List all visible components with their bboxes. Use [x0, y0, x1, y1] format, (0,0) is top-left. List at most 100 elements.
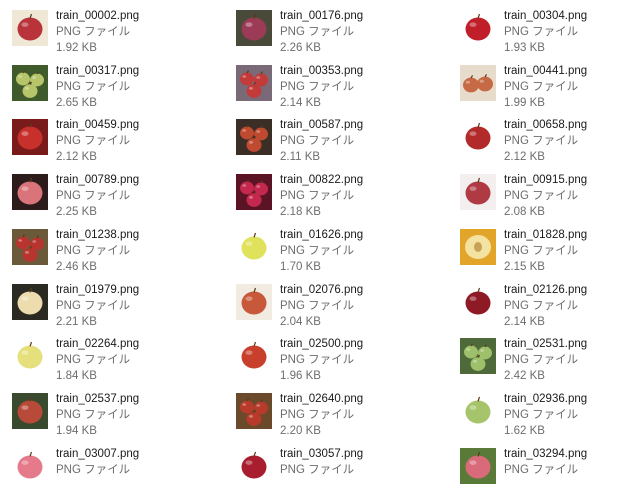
file-name: train_02500.png: [280, 338, 364, 350]
file-thumbnail: [460, 448, 496, 484]
file-thumbnail: [12, 284, 48, 320]
file-size: 2.14 KB: [504, 316, 545, 328]
file-info: train_02264.png PNG ファイル 1.84 KB: [56, 336, 139, 384]
file-size: 2.26 KB: [280, 42, 321, 54]
file-info: train_00176.png PNG ファイル 2.26 KB: [280, 8, 363, 56]
file-name: train_02640.png: [280, 393, 364, 405]
file-item[interactable]: train_00459.png PNG ファイル 2.12 KB: [12, 117, 224, 167]
apple-thumbnail-icon: [12, 393, 48, 429]
file-name: train_02531.png: [504, 338, 588, 350]
apple-thumbnail-icon: [236, 448, 272, 484]
file-size: 1.84 KB: [56, 370, 97, 382]
file-info: train_00353.png PNG ファイル 2.14 KB: [280, 63, 363, 111]
file-item[interactable]: train_00915.png PNG ファイル 2.08 KB: [460, 172, 640, 222]
file-item[interactable]: train_00176.png PNG ファイル 2.26 KB: [236, 8, 448, 58]
file-item[interactable]: train_03294.png PNG ファイル: [460, 446, 640, 485]
apple-thumbnail-icon: [460, 10, 496, 46]
file-name: train_02126.png: [504, 284, 588, 296]
file-type: PNG ファイル: [280, 354, 355, 366]
file-thumbnail: [460, 338, 496, 374]
file-type: PNG ファイル: [504, 81, 579, 93]
apple-thumbnail-icon: [236, 393, 272, 429]
file-item[interactable]: train_00317.png PNG ファイル 2.65 KB: [12, 63, 224, 113]
file-thumbnail: [236, 393, 272, 429]
file-thumbnail: [460, 119, 496, 155]
file-type: PNG ファイル: [280, 409, 355, 421]
file-item[interactable]: train_02126.png PNG ファイル 2.14 KB: [460, 282, 640, 332]
file-info: train_01626.png PNG ファイル 1.70 KB: [280, 227, 363, 275]
file-info: train_03007.png PNG ファイル: [56, 446, 139, 478]
file-size: 1.96 KB: [280, 370, 321, 382]
file-info: train_02500.png PNG ファイル 1.96 KB: [280, 336, 363, 384]
file-thumbnail: [12, 65, 48, 101]
file-name: train_02076.png: [280, 284, 364, 296]
file-item[interactable]: train_00441.png PNG ファイル 1.99 KB: [460, 63, 640, 113]
apple-thumbnail-icon: [236, 338, 272, 374]
file-name: train_00176.png: [280, 10, 364, 22]
file-item[interactable]: train_01979.png PNG ファイル 2.21 KB: [12, 282, 224, 332]
file-item[interactable]: train_00789.png PNG ファイル 2.25 KB: [12, 172, 224, 222]
file-item[interactable]: train_01828.png PNG ファイル 2.15 KB: [460, 227, 640, 277]
file-name: train_00915.png: [504, 174, 588, 186]
file-name: train_01979.png: [56, 284, 140, 296]
file-item[interactable]: train_02264.png PNG ファイル 1.84 KB: [12, 336, 224, 386]
file-name: train_02936.png: [504, 393, 588, 405]
file-type: PNG ファイル: [280, 464, 355, 476]
file-type: PNG ファイル: [280, 81, 355, 93]
file-info: train_00822.png PNG ファイル 2.18 KB: [280, 172, 363, 220]
file-type: PNG ファイル: [504, 409, 579, 421]
file-size: 2.04 KB: [280, 316, 321, 328]
file-type: PNG ファイル: [56, 81, 131, 93]
file-size: 2.20 KB: [280, 425, 321, 437]
file-size: 2.46 KB: [56, 261, 97, 273]
apple-thumbnail-icon: [12, 448, 48, 484]
apple-thumbnail-icon: [460, 338, 496, 374]
file-item[interactable]: train_01626.png PNG ファイル 1.70 KB: [236, 227, 448, 277]
file-item[interactable]: train_00304.png PNG ファイル 1.93 KB: [460, 8, 640, 58]
file-name: train_00459.png: [56, 119, 140, 131]
file-item[interactable]: train_03057.png PNG ファイル: [236, 446, 448, 485]
file-name: train_00304.png: [504, 10, 588, 22]
file-thumbnail: [460, 174, 496, 210]
apple-thumbnail-icon: [12, 284, 48, 320]
file-type: PNG ファイル: [56, 300, 131, 312]
file-type: PNG ファイル: [56, 245, 131, 257]
file-size: 2.65 KB: [56, 97, 97, 109]
file-size: 2.25 KB: [56, 206, 97, 218]
file-name: train_02537.png: [56, 393, 140, 405]
file-size: 1.99 KB: [504, 97, 545, 109]
file-item[interactable]: train_02640.png PNG ファイル 2.20 KB: [236, 391, 448, 441]
file-item[interactable]: train_00822.png PNG ファイル 2.18 KB: [236, 172, 448, 222]
file-size: 2.42 KB: [504, 370, 545, 382]
file-thumbnail: [12, 229, 48, 265]
file-name: train_00353.png: [280, 65, 364, 77]
file-item[interactable]: train_02537.png PNG ファイル 1.94 KB: [12, 391, 224, 441]
file-item[interactable]: train_02076.png PNG ファイル 2.04 KB: [236, 282, 448, 332]
file-item[interactable]: train_00002.png PNG ファイル 1.92 KB: [12, 8, 224, 58]
file-size: 2.18 KB: [280, 206, 321, 218]
apple-thumbnail-icon: [236, 229, 272, 265]
file-item[interactable]: train_00658.png PNG ファイル 2.12 KB: [460, 117, 640, 167]
file-item[interactable]: train_01238.png PNG ファイル 2.46 KB: [12, 227, 224, 277]
file-thumbnail: [12, 10, 48, 46]
file-thumbnail: [12, 448, 48, 484]
file-info: train_01828.png PNG ファイル 2.15 KB: [504, 227, 587, 275]
file-item[interactable]: train_02500.png PNG ファイル 1.96 KB: [236, 336, 448, 386]
file-type: PNG ファイル: [504, 245, 579, 257]
file-size: 2.11 KB: [280, 151, 321, 163]
file-type: PNG ファイル: [56, 190, 131, 202]
file-name: train_03057.png: [280, 448, 364, 460]
file-thumbnail: [236, 284, 272, 320]
file-item[interactable]: train_02936.png PNG ファイル 1.62 KB: [460, 391, 640, 441]
file-thumbnail: [236, 119, 272, 155]
file-name: train_01626.png: [280, 229, 364, 241]
file-item[interactable]: train_03007.png PNG ファイル: [12, 446, 224, 485]
file-item[interactable]: train_00353.png PNG ファイル 2.14 KB: [236, 63, 448, 113]
file-info: train_02936.png PNG ファイル 1.62 KB: [504, 391, 587, 439]
file-type: PNG ファイル: [504, 354, 579, 366]
file-thumbnail: [460, 393, 496, 429]
file-item[interactable]: train_02531.png PNG ファイル 2.42 KB: [460, 336, 640, 386]
file-item[interactable]: train_00587.png PNG ファイル 2.11 KB: [236, 117, 448, 167]
file-info: train_00441.png PNG ファイル 1.99 KB: [504, 63, 587, 111]
file-name: train_02264.png: [56, 338, 140, 350]
